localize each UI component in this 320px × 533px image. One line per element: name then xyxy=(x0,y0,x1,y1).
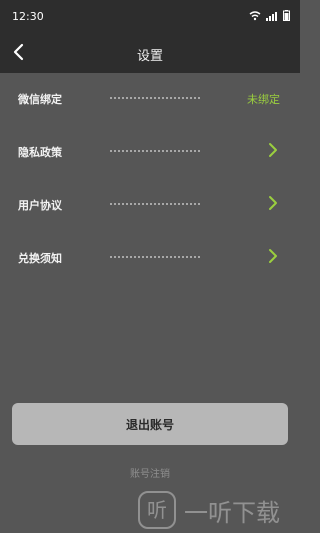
header: 设置 xyxy=(0,33,300,73)
logout-button[interactable]: 退出账号 xyxy=(12,403,288,445)
settings-item-privacy-policy[interactable]: 隐私政策 xyxy=(0,126,300,179)
settings-item-user-agreement[interactable]: 用户协议 xyxy=(0,179,300,232)
dotted-divider xyxy=(110,246,200,258)
settings-item-wechat-binding[interactable]: 微信绑定 未绑定 xyxy=(0,73,300,126)
watermark-logo: 听 xyxy=(138,491,176,529)
cancel-account-link[interactable]: 账号注销 xyxy=(0,465,300,480)
status-icons xyxy=(249,10,290,21)
watermark: 听 一听下载 xyxy=(138,491,280,529)
dotted-divider xyxy=(110,140,200,152)
page-title: 设置 xyxy=(136,49,163,64)
chevron-right-icon xyxy=(269,249,277,263)
settings-item-redeem-notice[interactable]: 兑换须知 xyxy=(0,232,300,285)
wifi-icon xyxy=(249,10,261,20)
binding-status: 未绑定 xyxy=(247,93,280,106)
dotted-divider xyxy=(110,87,200,99)
chevron-right-icon xyxy=(269,143,277,157)
settings-item-label: 兑换须知 xyxy=(18,252,62,265)
battery-icon xyxy=(283,10,290,21)
status-time: 12:30 xyxy=(12,10,44,23)
settings-item-label: 隐私政策 xyxy=(18,146,62,159)
settings-list: 微信绑定 未绑定 隐私政策 用户协议 兑换须知 xyxy=(0,73,300,285)
watermark-text: 一听下载 xyxy=(184,498,280,527)
status-bar: 12:30 xyxy=(0,0,300,33)
settings-item-label: 微信绑定 xyxy=(18,93,62,106)
settings-item-label: 用户协议 xyxy=(18,199,62,212)
dotted-divider xyxy=(110,193,200,205)
chevron-right-icon xyxy=(269,196,277,210)
signal-icon xyxy=(266,11,277,21)
